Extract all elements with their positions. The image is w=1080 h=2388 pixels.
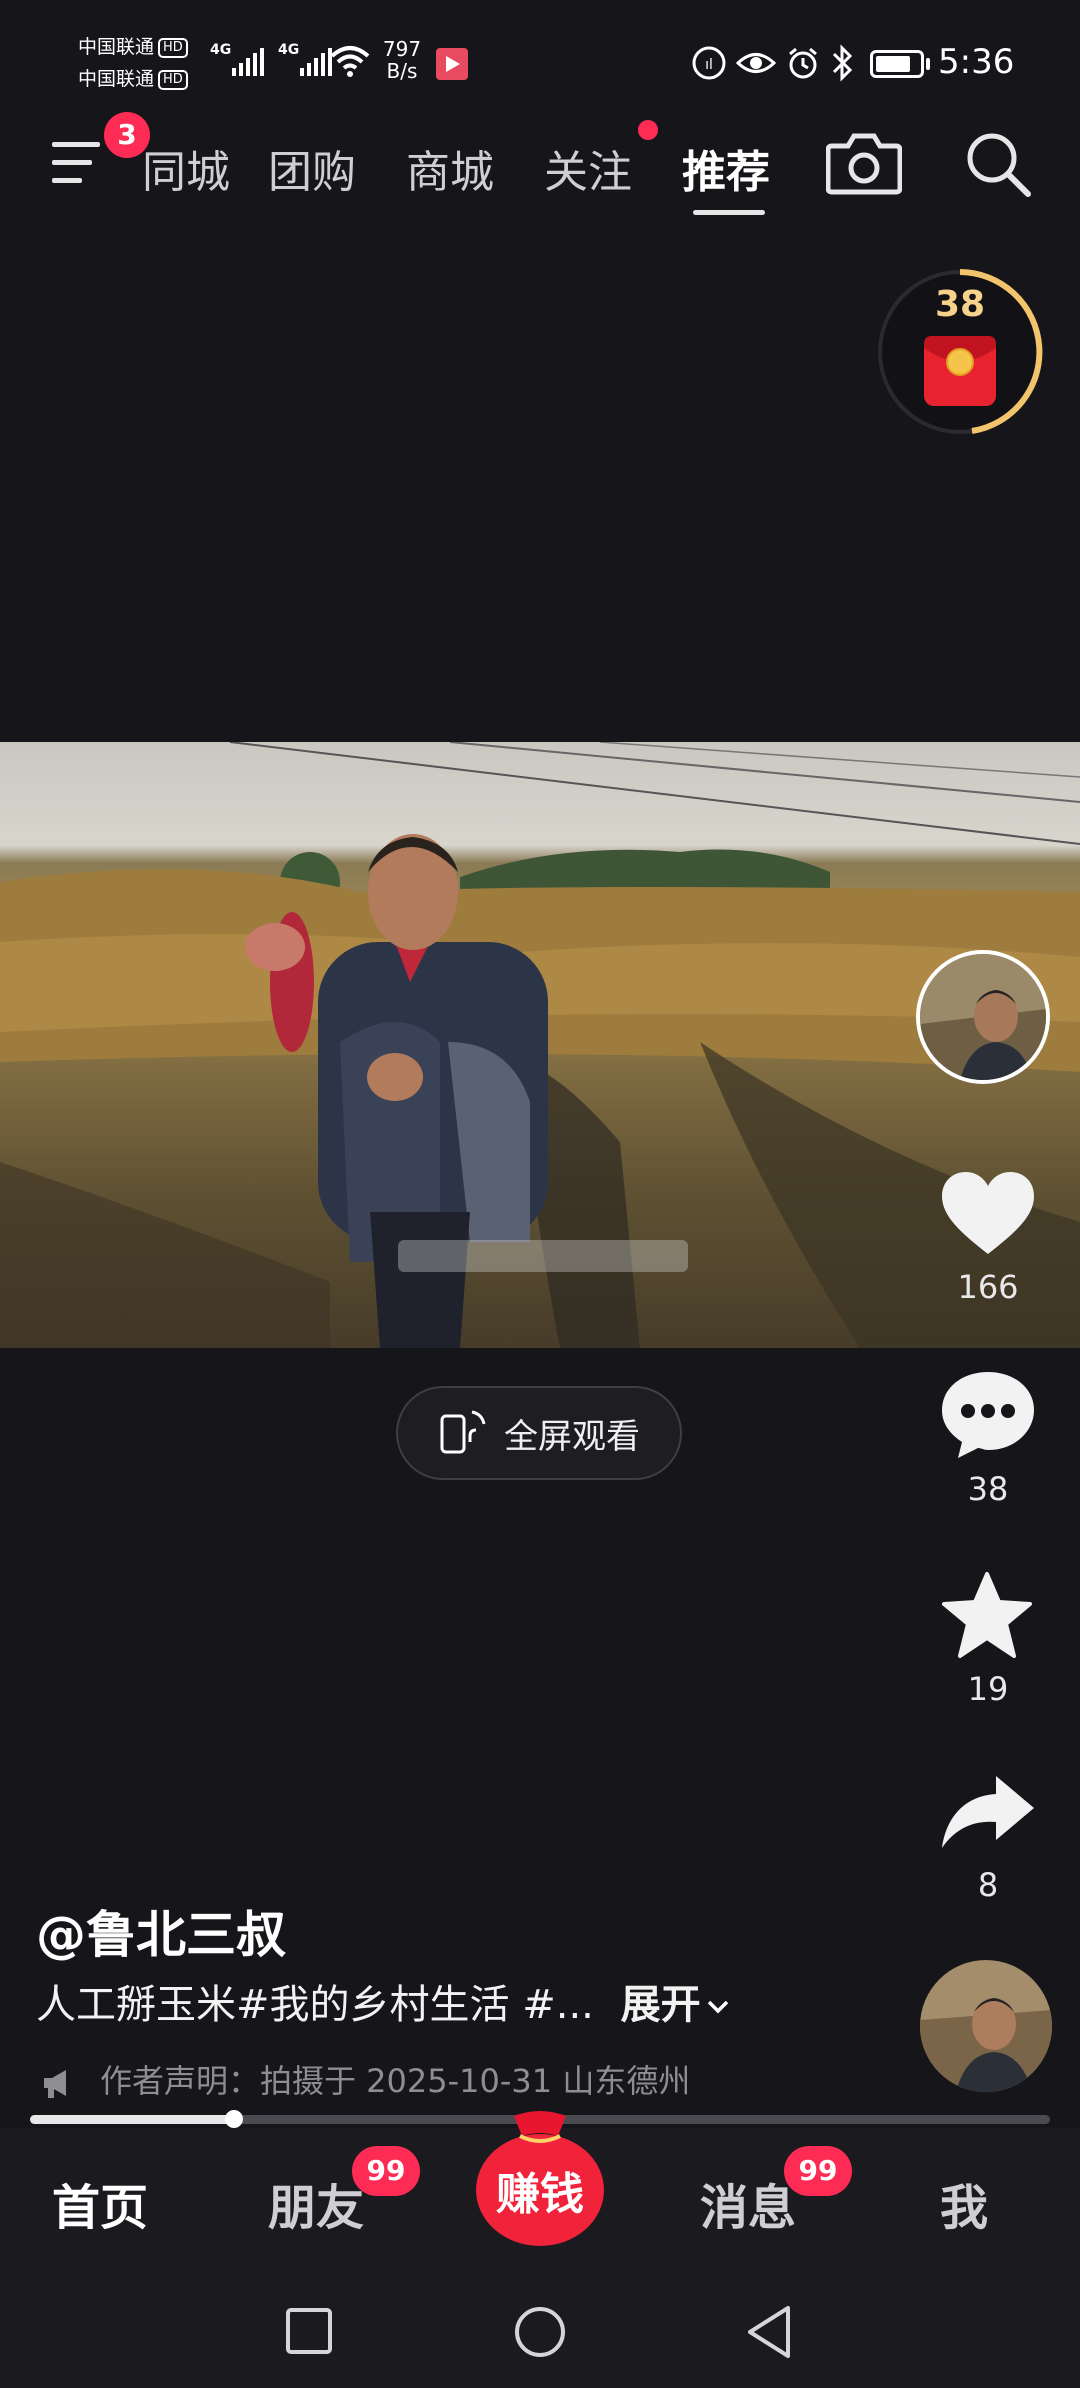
tab-messages[interactable]: 消息 (700, 2168, 796, 2238)
battery-tip (926, 58, 930, 70)
friends-badge: 99 (352, 2146, 420, 2196)
eye-icon (736, 53, 776, 73)
music-disc-photo (920, 1960, 1052, 2092)
video-description: 人工掰玉米#我的乡村生活 #... 展开 (36, 1972, 731, 2030)
earn-label: 赚钱 (496, 2169, 584, 2220)
carrier-label-1: 中国联通 HD (78, 34, 188, 60)
camera-icon[interactable] (826, 130, 902, 196)
author-avatar[interactable] (916, 950, 1050, 1084)
home-circle-icon[interactable] (512, 2304, 568, 2360)
video-player[interactable] (0, 742, 1080, 1348)
tab-following[interactable]: 关注 (544, 136, 632, 200)
favorite-count: 19 (967, 1670, 1009, 1708)
expand-button[interactable]: 展开 (621, 1982, 731, 2028)
tab-recommended[interactable]: 推荐 (682, 136, 770, 200)
menu-icon[interactable] (52, 140, 106, 186)
svg-text:ıl: ıl (705, 57, 713, 73)
tab-group-buy[interactable]: 团购 (268, 136, 356, 200)
search-icon[interactable] (964, 130, 1032, 198)
wifi-icon (330, 46, 370, 77)
comment-count: 38 (967, 1470, 1009, 1508)
signal-icon: 4G (278, 42, 332, 80)
video-progress-knob[interactable] (225, 2110, 243, 2128)
share-icon[interactable] (940, 1772, 1036, 1852)
description-text: 人工掰玉米#我的乡村生活 #... (36, 1982, 594, 2028)
like-icon[interactable] (940, 1170, 1036, 1258)
author-handle[interactable]: @鲁北三叔 (36, 1895, 286, 1967)
fullscreen-label: 全屏观看 (504, 1416, 640, 1457)
following-dot (638, 120, 658, 140)
reward-widget[interactable]: 38 (876, 268, 1044, 436)
reward-count: 38 (934, 284, 986, 325)
video-progress-fill (30, 2115, 234, 2124)
red-envelope-icon (924, 336, 996, 406)
megaphone-icon (44, 2070, 66, 2098)
rotate-phone-icon (440, 1410, 486, 1454)
active-tab-indicator (693, 210, 765, 215)
carrier-label-2: 中国联通 HD (78, 66, 188, 92)
back-triangle-icon[interactable] (744, 2304, 794, 2360)
music-disc-avatar[interactable] (920, 1960, 1052, 2092)
share-count: 8 (977, 1866, 999, 1904)
recent-apps-icon[interactable] (284, 2306, 334, 2356)
earn-button[interactable]: 赚钱 (470, 2106, 610, 2246)
chevron-down-icon (707, 2000, 728, 2014)
avatar-photo (920, 954, 1046, 1080)
tab-local[interactable]: 同城 (134, 136, 230, 200)
bluetooth-icon (832, 44, 853, 82)
tab-friends[interactable]: 朋友 (268, 2168, 364, 2238)
vibrate-icon: ıl (692, 46, 726, 80)
comment-icon[interactable] (938, 1368, 1038, 1460)
like-count: 166 (957, 1268, 1019, 1306)
video-frame (0, 742, 1080, 1348)
tab-me[interactable]: 我 (940, 2168, 988, 2238)
tab-home[interactable]: 首页 (52, 2168, 148, 2238)
messages-badge: 99 (784, 2146, 852, 2196)
fullscreen-button[interactable]: 全屏观看 (396, 1386, 682, 1480)
signal-group: 4G 4G (210, 40, 332, 80)
network-speed: 797 B/s (382, 37, 422, 83)
alarm-icon (789, 47, 817, 79)
favorite-star-icon[interactable] (940, 1570, 1034, 1660)
clock: 5:36 (938, 42, 1015, 82)
signal-icon: 4G (210, 42, 264, 80)
battery-icon (870, 50, 924, 78)
video-app-notification-icon (436, 48, 468, 80)
author-declaration: 作者声明：拍摄于 2025-10-31 山东德州 (40, 2056, 690, 2102)
tab-mall[interactable]: 商城 (406, 136, 494, 200)
